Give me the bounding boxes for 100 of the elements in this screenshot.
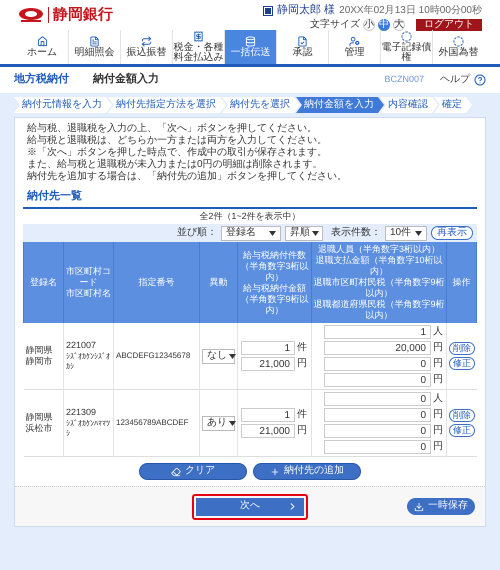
- unit-label: 円: [297, 424, 308, 438]
- unit-label: 円: [433, 440, 444, 454]
- change-dropdown[interactable]: あり: [202, 416, 235, 430]
- document-icon: [89, 36, 100, 47]
- font-size-button[interactable]: 大: [393, 19, 405, 31]
- per-page-label: 表示件数：: [331, 226, 381, 240]
- repeat-icon: [141, 36, 152, 47]
- per-page-dropdown[interactable]: 10件: [385, 226, 427, 240]
- amount-field[interactable]: 0: [324, 408, 431, 422]
- city-code: 221007: [66, 340, 98, 352]
- amount-field[interactable]: 0: [324, 373, 431, 387]
- nav-tab[interactable]: 承認: [276, 30, 328, 64]
- unit-label: 円: [433, 374, 444, 386]
- bank-name: 静岡銀行: [53, 6, 113, 25]
- table-cell: ABCDEFG12345678: [114, 323, 200, 390]
- unit-label: 人: [433, 326, 444, 338]
- instruction-text: 納付先を追加する場合は、「納付先の追加」ボタンを押してください。: [27, 171, 348, 183]
- database-icon: [245, 36, 256, 47]
- nav-tab[interactable]: 電子記録債権: [380, 30, 432, 64]
- nav-tab[interactable]: 一括伝送: [224, 30, 276, 64]
- unit-label: 円: [297, 358, 308, 370]
- column-header: 給与税納付件数: [242, 250, 307, 260]
- amount-field[interactable]: 0: [324, 357, 431, 371]
- plus-icon: [270, 466, 280, 476]
- table-cell: 123456789ABCDEF: [114, 390, 200, 456]
- help-icon: [474, 74, 486, 86]
- refresh-button[interactable]: 再表示: [431, 226, 473, 240]
- action-button[interactable]: クリア: [139, 463, 247, 480]
- page-title: 納付金額入力: [93, 73, 159, 87]
- column-header: 指定番号: [138, 277, 176, 288]
- row-action-button[interactable]: 修正: [448, 424, 475, 437]
- eraser-icon: [171, 466, 181, 476]
- city-code: 221309: [66, 407, 98, 419]
- column-header: 異動: [208, 277, 228, 288]
- nav-tab[interactable]: ホーム: [16, 30, 68, 64]
- font-size-label: 文字サイズ: [310, 18, 360, 32]
- nav-tab[interactable]: 外国為替: [432, 30, 484, 64]
- font-size-button[interactable]: 小: [363, 19, 375, 31]
- change-dropdown[interactable]: なし: [202, 348, 235, 364]
- result-count: 全2件（1~2件を表示中）: [198, 210, 302, 223]
- nav-tab[interactable]: 明細照会: [68, 30, 120, 64]
- sort-order-dropdown[interactable]: 昇順: [285, 226, 323, 240]
- font-size-button[interactable]: 中: [378, 19, 390, 31]
- city-kana: ｼｽﾞｵｶｹﾝｼｽﾞｵｶｼ: [66, 352, 111, 372]
- column-header: 退職都道府県民税（半角数字9桁以内）: [313, 299, 445, 321]
- unit-label: 円: [433, 424, 444, 438]
- amount-field[interactable]: 21,000: [241, 424, 295, 438]
- table-cell: 静岡県静岡市: [24, 323, 64, 390]
- column-header: 登録名: [29, 277, 58, 288]
- sort-field-dropdown[interactable]: 登録名: [221, 226, 281, 240]
- bank-logo-icon: [18, 7, 44, 24]
- dropdown-caret-icon: [229, 354, 236, 358]
- column-header: 退職市区町村民税（半角数字9桁以内）: [313, 277, 445, 299]
- save-draft-button[interactable]: 一時保存: [407, 498, 475, 515]
- user-gear-icon: [349, 36, 360, 47]
- column-header: 退職人員（半角数字3桁以内）: [316, 244, 441, 255]
- amount-field[interactable]: 1: [324, 325, 431, 339]
- column-header: 操作: [452, 277, 472, 288]
- amount-field[interactable]: 0: [324, 424, 431, 438]
- amount-field[interactable]: 21,000: [241, 357, 295, 371]
- row-action-button[interactable]: 削除: [448, 342, 475, 355]
- progress-step: 納付先指定方法を選択: [108, 97, 226, 113]
- column-header: （半角数字3桁以内）: [239, 260, 310, 282]
- dashed-circle-icon: [453, 36, 464, 47]
- help-link[interactable]: ヘルプ: [440, 74, 486, 86]
- dropdown-caret-icon: [269, 230, 276, 236]
- unit-label: 件: [297, 408, 308, 422]
- next-button[interactable]: 次へ: [196, 498, 304, 516]
- amount-field[interactable]: 0: [324, 440, 431, 454]
- column-header: 市区町村名: [65, 288, 112, 299]
- unit-label: 円: [433, 342, 444, 354]
- column-header: 市区町村コード: [65, 266, 112, 288]
- home-icon: [36, 36, 48, 47]
- login-datetime: 20XX年02月13日 10時00分00秒: [339, 4, 482, 18]
- dropdown-caret-icon: [229, 420, 236, 426]
- instruction-text: また、給与税と退職税が未入力または0円の明細は削除されます。: [27, 159, 324, 170]
- column-header: 退職支払金額（半角数字10桁以内）: [314, 255, 444, 277]
- amount-field[interactable]: 0: [324, 392, 431, 406]
- row-action-button[interactable]: 修正: [448, 357, 475, 370]
- page-category: 地方税納付: [14, 73, 69, 87]
- table-cell: 静岡県浜松市: [24, 390, 64, 456]
- nav-tab[interactable]: 管理: [328, 30, 380, 64]
- dropdown-caret-icon: [415, 230, 422, 236]
- unit-label: 件: [297, 342, 308, 354]
- action-button[interactable]: 納付先の追加: [253, 463, 361, 480]
- column-header: （半角数字9桁以内）: [239, 294, 310, 316]
- progress-step: 納付元情報を入力: [14, 97, 112, 113]
- sort-label: 並び順：: [177, 226, 217, 240]
- amount-field[interactable]: 1: [241, 408, 295, 422]
- amount-field[interactable]: 1: [241, 341, 295, 355]
- nav-tab[interactable]: 振込振替: [120, 30, 172, 64]
- screen-id: BCZN007: [384, 74, 424, 86]
- amount-field[interactable]: 20,000: [324, 341, 431, 355]
- instruction-text: 給与税、退職税を入力の上、「次へ」ボタンを押してください。: [27, 123, 318, 134]
- progress-step: 納付金額を入力: [296, 97, 384, 113]
- column-header: 給与税納付金額: [242, 282, 307, 294]
- row-action-button[interactable]: 削除: [448, 409, 475, 422]
- logout-button[interactable]: ログアウト: [416, 19, 482, 31]
- document-check-icon: [297, 36, 308, 47]
- progress-step: 確定: [434, 97, 472, 113]
